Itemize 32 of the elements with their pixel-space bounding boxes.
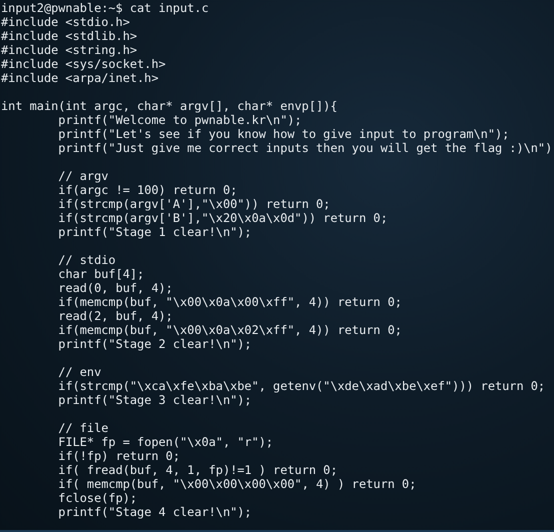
code-line: if( fread(buf, 4, 1, fp)!=1 ) return 0; — [58, 463, 338, 477]
code-line: char buf[4]; — [58, 267, 144, 281]
code-line: if(strcmp(argv['A'],"\x00")) return 0; — [58, 197, 330, 211]
code-line: #include <sys/socket.h> — [1, 57, 166, 71]
code-line: printf("Stage 3 clear!\n"); — [58, 393, 252, 407]
code-line: // stdio — [58, 253, 116, 267]
code-line: if(argc != 100) return 0; — [58, 183, 238, 197]
code-line: printf("Welcome to pwnable.kr\n"); — [58, 113, 302, 127]
code-line: printf("Let's see if you know how to give input to program\n"); — [58, 127, 510, 141]
code-line: printf("Stage 1 clear!\n"); — [58, 225, 252, 239]
code-line: #include <string.h> — [1, 43, 138, 57]
code-line: printf("Just give me correct inputs then you will get the flag :)\n"); — [58, 141, 554, 155]
code-line: fclose(fp); — [58, 491, 138, 505]
code-line: #include <stdlib.h> — [1, 29, 138, 43]
code-line: if(memcmp(buf, "\x00\x0a\x02\xff", 4)) return 0; — [58, 323, 402, 337]
code-line: // env — [58, 365, 102, 379]
code-line: int main(int argc, char* argv[], char* envp[]){ — [1, 99, 338, 113]
code-line: if(!fp) return 0; — [58, 449, 180, 463]
code-line: #include <arpa/inet.h> — [1, 71, 158, 85]
code-line: read(2, buf, 4); — [58, 309, 173, 323]
code-line: printf("Stage 4 clear!\n"); — [58, 505, 252, 519]
code-line: if(strcmp(argv['B'],"\x20\x0a\x0d")) return 0; — [58, 211, 388, 225]
code-line: // file — [58, 421, 108, 435]
code-line: if(memcmp(buf, "\x00\x0a\x00\xff", 4)) return 0; — [58, 295, 402, 309]
code-line: if(strcmp("\xca\xfe\xba\xbe", getenv("\xde\xad\xbe\xef"))) return 0; — [58, 379, 546, 393]
code-line: printf("Stage 2 clear!\n"); — [58, 337, 252, 351]
code-line: input2@pwnable:~$ cat input.c — [1, 1, 209, 15]
code-line: if( memcmp(buf, "\x00\x00\x00\x00", 4) ) return 0; — [58, 477, 416, 491]
code-line: FILE* fp = fopen("\x0a", "r"); — [58, 435, 274, 449]
code-line: read(0, buf, 4); — [58, 281, 173, 295]
code-line: // argv — [58, 169, 108, 183]
code-line: #include <stdio.h> — [1, 15, 130, 29]
